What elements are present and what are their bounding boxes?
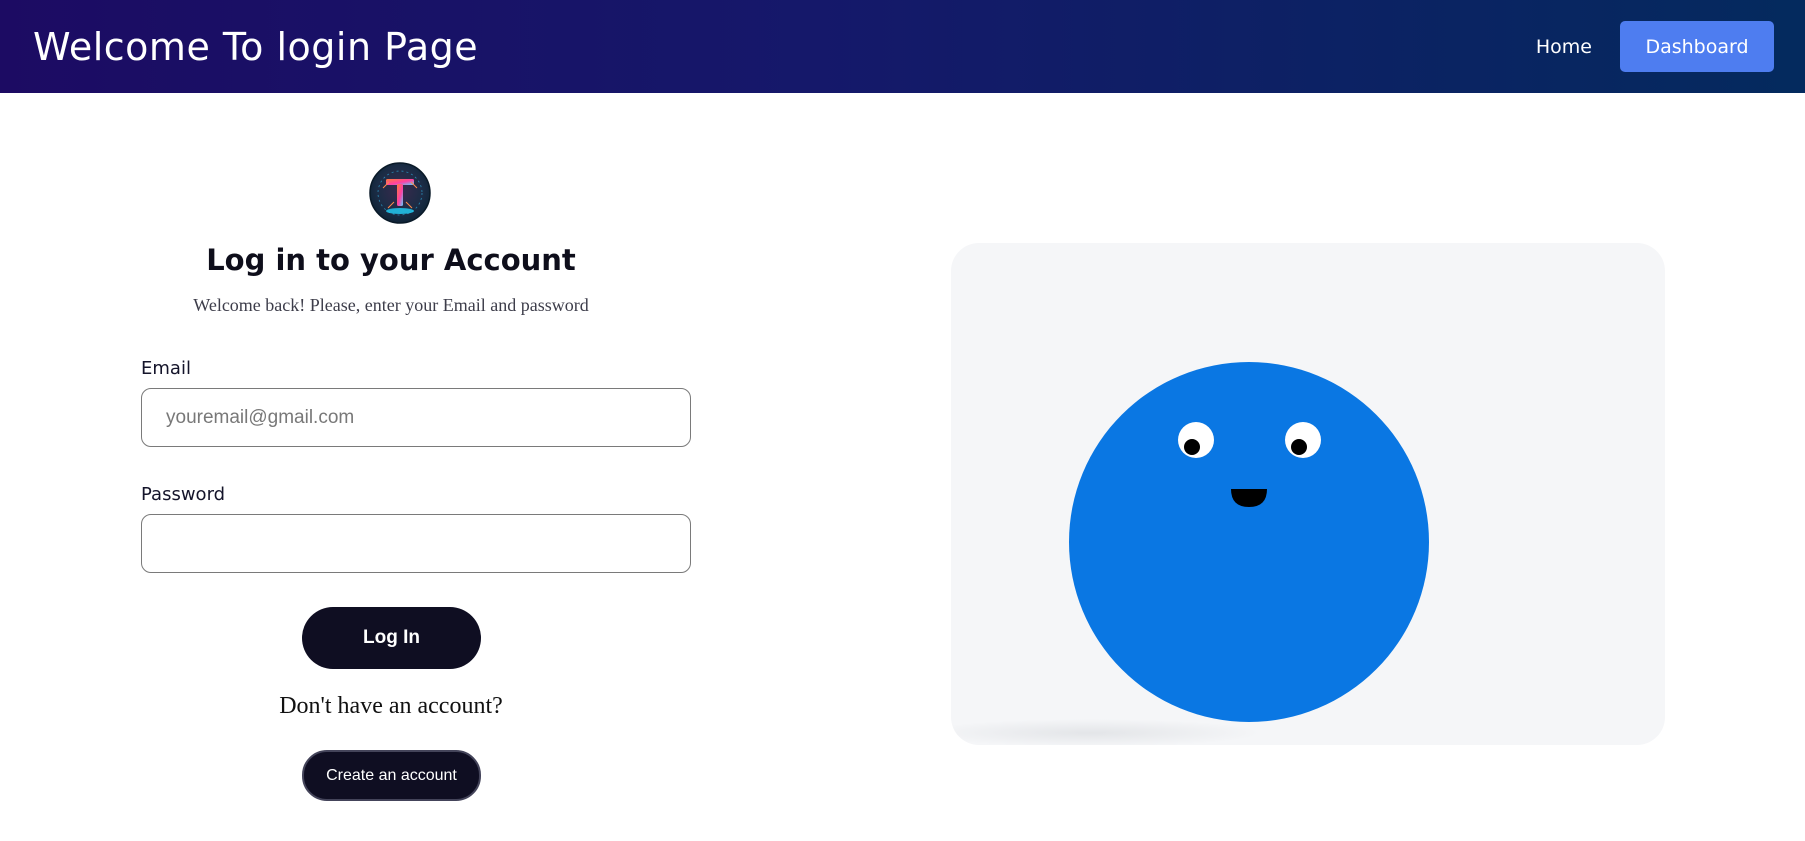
email-label: Email (141, 358, 191, 379)
mascot-shadow (951, 719, 1261, 745)
top-nav: Home Dashboard (1536, 21, 1774, 72)
form-subtext: Welcome back! Please, enter your Email a… (193, 295, 589, 315)
dashboard-button[interactable]: Dashboard (1620, 21, 1774, 72)
smiling-ball-mascot-icon (951, 362, 1429, 745)
page-title: Welcome To login Page (33, 24, 479, 69)
no-account-text: Don't have an account? (279, 693, 503, 719)
password-field[interactable] (141, 514, 691, 573)
form-heading: Log in to your Account (206, 243, 576, 277)
login-button[interactable]: Log In (302, 607, 481, 669)
mascot-left-pupil (1184, 439, 1200, 455)
T-circuit-logo-icon (369, 162, 431, 224)
create-account-button[interactable]: Create an account (302, 750, 481, 801)
mascot-panel (951, 243, 1665, 745)
nav-home-link[interactable]: Home (1536, 36, 1592, 58)
mascot-right-pupil (1291, 439, 1307, 455)
email-field[interactable] (141, 388, 691, 447)
mascot-body (1069, 362, 1429, 722)
top-navbar: Welcome To login Page Home Dashboard (0, 0, 1805, 93)
password-label: Password (141, 484, 226, 505)
